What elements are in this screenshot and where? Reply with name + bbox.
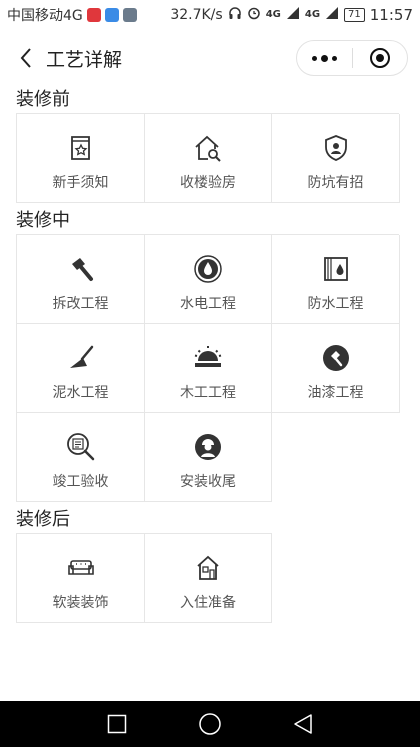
back-nav-button[interactable] — [283, 704, 323, 744]
clock: 11:57 — [369, 6, 413, 24]
item-label: 软装装饰 — [52, 595, 109, 611]
more-dots-icon — [311, 54, 337, 62]
item-label: 入住准备 — [180, 595, 236, 611]
page-title: 工艺详解 — [46, 48, 123, 71]
item-label: 水电工程 — [180, 296, 236, 312]
item-demolition[interactable]: 拆改工程 — [17, 235, 145, 324]
notification-app-icon — [104, 8, 119, 22]
grid-after: 软装装饰 入住准备 — [16, 533, 272, 623]
page-header: 工艺详解 — [0, 30, 420, 86]
item-plumbing-electric[interactable]: 水电工程 — [145, 235, 272, 324]
waterproof-icon — [320, 253, 352, 285]
status-bar: 中国移动4G 32.7K/s 4G 4G 71 11:57 — [0, 0, 420, 30]
battery-icon: 71 — [344, 8, 365, 22]
hammer-icon — [65, 253, 97, 285]
item-carpentry[interactable]: 木工工程 — [145, 324, 272, 413]
item-label: 防水工程 — [307, 296, 364, 312]
item-soft-decoration[interactable]: 软装装饰 — [17, 534, 145, 623]
water-drop-circle-icon — [192, 253, 224, 285]
item-move-in-prep[interactable]: 入住准备 — [145, 534, 272, 623]
home-icon — [192, 552, 224, 584]
home-button[interactable] — [190, 704, 230, 744]
item-painting[interactable]: 油漆工程 — [272, 324, 400, 413]
shield-user-icon — [320, 132, 352, 164]
item-label: 木工工程 — [180, 385, 236, 401]
item-pitfall-avoidance[interactable]: 防坑有招 — [272, 114, 400, 203]
book-star-icon — [65, 132, 97, 164]
item-final-inspection[interactable]: 竣工验收 — [17, 413, 145, 502]
section-title-after: 装修后 — [16, 509, 70, 530]
item-label: 收楼验房 — [180, 175, 236, 191]
close-mini-program-button[interactable] — [353, 41, 408, 75]
sofa-icon — [65, 552, 97, 584]
target-icon — [369, 48, 390, 68]
circle-icon — [199, 713, 221, 735]
more-button[interactable] — [297, 41, 352, 75]
system-nav-bar — [0, 701, 420, 747]
item-installation-finish[interactable]: 安装收尾 — [145, 413, 272, 502]
item-label: 新手须知 — [52, 175, 109, 191]
item-label: 防坑有招 — [307, 175, 364, 191]
mini-program-capsule — [296, 40, 408, 76]
worker-circle-icon — [192, 431, 224, 463]
triangle-back-icon — [294, 714, 313, 734]
signal-icon — [325, 6, 339, 24]
item-house-inspection[interactable]: 收楼验房 — [145, 114, 272, 203]
paint-circle-icon — [320, 342, 352, 374]
signal-label: 4G — [265, 9, 281, 20]
magnifier-check-icon — [65, 431, 97, 463]
chevron-left-icon — [20, 48, 31, 68]
item-masonry[interactable]: 泥水工程 — [17, 324, 145, 413]
item-waterproofing[interactable]: 防水工程 — [272, 235, 400, 324]
headphones-icon — [228, 6, 242, 24]
item-newbie-guide[interactable]: 新手须知 — [17, 114, 145, 203]
recent-apps-button[interactable] — [97, 704, 137, 744]
section-title-during: 装修中 — [16, 210, 70, 231]
grid-before: 新手须知 收楼验房 防坑有招 — [16, 113, 400, 203]
back-button[interactable] — [14, 43, 38, 73]
square-icon — [107, 714, 126, 734]
item-label: 泥水工程 — [52, 385, 109, 401]
item-label: 油漆工程 — [307, 385, 364, 401]
item-label: 拆改工程 — [52, 296, 109, 312]
saw-icon — [192, 342, 224, 374]
grid-during: 拆改工程 水电工程 防水工程 泥水工程 木工工程 油漆工程 竣工验收 安装收尾 — [16, 234, 400, 502]
item-label: 安装收尾 — [180, 474, 236, 490]
item-label: 竣工验收 — [52, 474, 109, 490]
notification-app-icon — [86, 8, 101, 22]
signal-icon — [286, 6, 300, 24]
net-speed: 32.7K/s — [170, 7, 223, 23]
alarm-icon — [247, 6, 261, 24]
house-search-icon — [192, 132, 224, 164]
section-title-before: 装修前 — [16, 89, 70, 110]
signal-label: 4G — [304, 9, 321, 20]
notification-image-icon — [122, 8, 137, 22]
carrier-label: 中国移动4G — [7, 8, 83, 24]
trowel-icon — [65, 342, 97, 374]
